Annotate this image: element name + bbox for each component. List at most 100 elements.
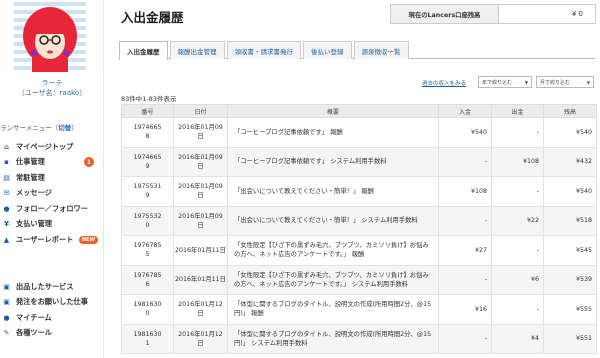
balance-value: ¥ 0 [571, 10, 583, 18]
cell-id: 1976785 6 [121, 264, 174, 295]
sidebar-item-label: 支払い管理 [16, 219, 52, 229]
table-row: 1976785 5 2016年01月11日 「女性限定【ひざ下の黒ずみ毛穴、ブツブツ、… [121, 235, 597, 266]
page-title: 入出金履歴 [121, 10, 184, 25]
user-id: （ユーザ名：raako） [17, 89, 87, 97]
table-row: 1976785 6 2016年01月11日 「女性限定【ひざ下の黒ずみ毛穴、ブツブツ、… [121, 264, 597, 295]
table-row: 1974665 8 2016年01月09 日「コーヒーブログ記事依頼です」 報酬 ¥54… [121, 117, 597, 148]
cell-withdrawal: ¥22 [491, 205, 544, 236]
user-display-name[interactable]: ラーテ [0, 78, 104, 88]
briefcase-icon: ▪ [4, 158, 9, 167]
cell-summary: 「コーヒーブログ記事依頼です」 システム利用手数料 [227, 146, 439, 177]
table-row: 1981630 0 2016年01月12 日「体型に関するブログのタイトル、説明文の作… [121, 294, 597, 325]
cell-summary: 「コーヒーブログ記事依頼です」 報酬 [227, 117, 439, 148]
cell-deposit: - [438, 264, 492, 295]
avatar[interactable] [14, 2, 86, 74]
cell-id: 1981630 0 [121, 294, 174, 325]
menu-header-label: ランサーメニュー（ [0, 124, 59, 132]
cell-deposit: ¥108 [438, 176, 492, 207]
cell-date: 2016年01月09 日 [173, 205, 228, 236]
column-header-deposit[interactable]: 入金 [438, 104, 492, 118]
sidebar-item-resident[interactable]: ▤ 常駐管理 [2, 170, 102, 186]
tab-deferred[interactable]: 後払い登録 [303, 41, 352, 59]
cell-summary: 「女性限定【ひざ下の黒ずみ毛穴、ブツブツ、カミソリ負け】お悩みの方へ、ネット広告… [227, 235, 439, 266]
cell-date: 2016年01月11日 [173, 235, 228, 266]
sidebar-item-ordered-jobs[interactable]: ▣ 発注をお願いした仕事 [2, 295, 102, 311]
sidebar-item-tools[interactable]: ✎ 各種ツール [2, 326, 102, 342]
yen-icon: ¥ [4, 220, 9, 229]
clipboard-icon: ▤ [3, 173, 10, 182]
cell-withdrawal: - [491, 176, 544, 207]
sidebar-item-user-report[interactable]: ▲ ユーザーレポート NEW [2, 232, 102, 248]
cell-withdrawal: - [491, 117, 544, 148]
envelope-icon: ✉ [3, 189, 10, 198]
tab-receipts[interactable]: 領収書・請求書発行 [226, 41, 301, 59]
cell-date: 2016年01月09 日 [173, 146, 228, 177]
chevron-down-icon: ▼ [524, 80, 528, 85]
cell-balance: ¥539 [543, 264, 597, 295]
column-header-summary[interactable]: 概要 [227, 104, 439, 118]
cell-deposit: ¥27 [438, 235, 492, 266]
cell-summary: 「体型に関するブログのタイトル、説明文の作成(所用時間2分、@15円)」 報酬 [227, 294, 439, 325]
cell-deposit: ¥540 [438, 117, 492, 148]
column-header-balance[interactable]: 残高 [543, 104, 597, 118]
sidebar-nav-secondary: ▣ 出品したサービス ▣ 発注をお願いした仕事 ● マイチーム ✎ 各種ツール [2, 279, 102, 341]
sidebar-item-label: マイチーム [16, 312, 52, 322]
sidebar-item-jobs[interactable]: ▪ 仕事管理 1 [2, 155, 102, 171]
cell-balance: ¥432 [543, 146, 597, 177]
tab-withholding[interactable]: 源泉徴収一覧 [353, 41, 409, 59]
balance-box: 現在のLancers口座残高 ¥ 0 [390, 4, 596, 24]
cell-summary: 「女性限定【ひざ下の黒ずみ毛穴、ブツブツ、カミソリ負け】お悩みの方へ、ネット広告… [227, 264, 439, 295]
sidebar: ラーテ （ユーザ名：raako） ランサーメニュー（切替） ⌂ マイページトップ… [0, 0, 104, 358]
cell-id: 1981630 1 [121, 323, 174, 354]
cell-withdrawal: ¥108 [491, 146, 544, 177]
sidebar-item-label: 出品したサービス [16, 281, 74, 291]
sidebar-item-payments[interactable]: ¥ 支払い管理 [2, 217, 102, 233]
cell-balance: ¥545 [543, 235, 597, 266]
cell-balance: ¥540 [543, 176, 597, 207]
wrench-icon: ✎ [3, 329, 10, 338]
cell-id: 1976785 5 [121, 235, 174, 266]
table-row: 1974665 9 2016年01月09 日「コーヒーブログ記事依頼です」 システム利… [121, 146, 597, 177]
year-filter-value: 年で絞り込む [482, 79, 513, 86]
notification-badge: 1 [84, 157, 94, 168]
tab-withdrawal[interactable]: 報酬出金管理 [169, 41, 225, 59]
cell-withdrawal: ¥6 [491, 264, 544, 295]
cell-withdrawal: - [491, 294, 544, 325]
menu-header: ランサーメニュー（切替） [0, 122, 78, 132]
cell-balance: ¥551 [543, 323, 597, 354]
cell-id: 1975531 9 [121, 176, 174, 207]
cell-deposit: ¥16 [438, 294, 492, 325]
users-icon: ▲ [3, 235, 10, 244]
past-income-link[interactable]: 過去の収入をみる [422, 79, 466, 87]
cart-order-icon: ▣ [3, 298, 10, 307]
cell-date: 2016年01月11日 [173, 264, 228, 295]
column-header-id[interactable]: 番号 [121, 104, 174, 118]
year-filter-select[interactable]: 年で絞り込む ▼ [478, 76, 532, 88]
cell-id: 1974665 8 [121, 117, 174, 148]
month-filter-select[interactable]: 月で絞り込む ▼ [536, 76, 594, 88]
menu-switch-link[interactable]: 切替 [58, 124, 71, 132]
home-icon: ⌂ [3, 142, 9, 151]
table-row: 1981630 1 2016年01月12 日「体型に関するブログのタイトル、説明文の作… [121, 323, 597, 354]
account-icon: ● [3, 313, 10, 322]
sidebar-item-my-team[interactable]: ● マイチーム [2, 310, 102, 326]
cell-deposit: - [438, 205, 492, 236]
sidebar-item-messages[interactable]: ✉ メッセージ [2, 186, 102, 202]
tab-history[interactable]: 入出金履歴 [119, 41, 168, 60]
cell-balance: ¥555 [543, 294, 597, 325]
sidebar-item-listed-services[interactable]: ▣ 出品したサービス [2, 279, 102, 295]
sidebar-item-label: 仕事管理 [16, 157, 45, 167]
column-header-date[interactable]: 日付 [173, 104, 228, 118]
balance-label: 現在のLancers口座残高 [391, 5, 499, 23]
sidebar-item-follow[interactable]: ● フォロー／フォロワー [2, 201, 102, 217]
cell-date: 2016年01月09 日 [173, 117, 228, 148]
chevron-down-icon: ▼ [586, 80, 590, 85]
cell-balance: ¥540 [543, 117, 597, 148]
sidebar-nav: ⌂ マイページトップ ▪ 仕事管理 1 ▤ 常駐管理 ✉ メッセージ ● フォロ… [2, 139, 102, 248]
cell-summary: 「出会いについて教えてください・簡単！」 報酬 [227, 176, 439, 207]
sidebar-item-mypage[interactable]: ⌂ マイページトップ [2, 139, 102, 155]
cell-summary: 「体型に関するブログのタイトル、説明文の作成(所用時間2分、@15円)」 システ… [227, 323, 439, 354]
column-header-withdrawal[interactable]: 出金 [491, 104, 544, 118]
table-row: 1975531 9 2016年01月09 日「出会いについて教えてください・簡単！」 … [121, 176, 597, 207]
cell-date: 2016年01月12 日 [173, 294, 228, 325]
